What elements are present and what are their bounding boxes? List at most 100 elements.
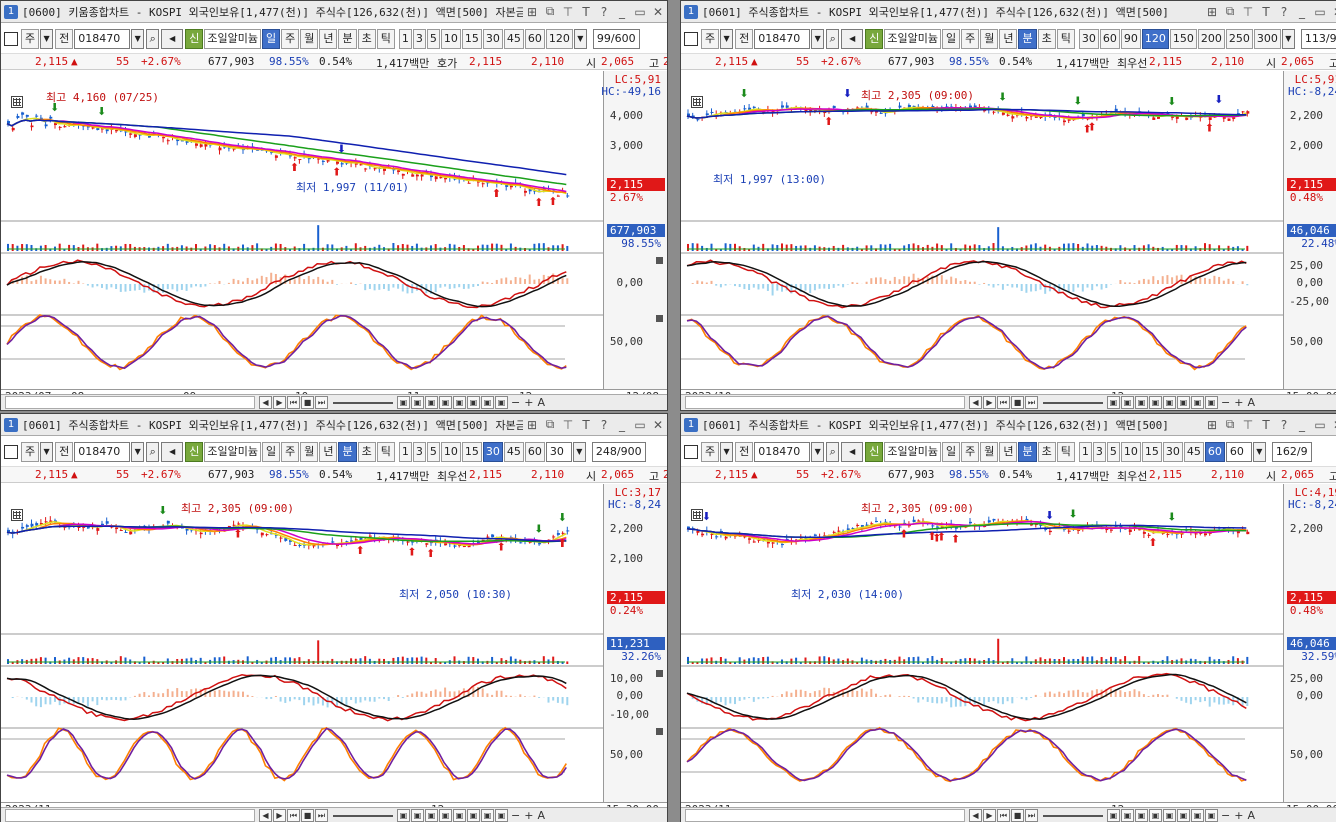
restore-icon[interactable]: ▭: [634, 5, 646, 19]
help-icon[interactable]: ?: [598, 418, 610, 432]
cross-icon[interactable]: ▣: [481, 396, 494, 409]
interval-button[interactable]: 45: [503, 29, 524, 49]
interval-button[interactable]: 45: [503, 442, 524, 462]
link-icon[interactable]: ⊞: [526, 418, 538, 432]
print-icon[interactable]: ▣: [453, 809, 466, 822]
font-icon[interactable]: T: [1260, 418, 1272, 432]
font-icon[interactable]: T: [1260, 5, 1272, 19]
zoom-slider[interactable]: [333, 814, 393, 817]
scroll-control-button[interactable]: ⏭: [315, 809, 328, 822]
chart-area[interactable]: ⬆ ⬆ ⬆ ⬇ ⬇ ⬆ ⬆ ⬇ ⬆ ⬆ LC:3,17 HC:-8,24 2,200 2,100 2,115…: [1, 484, 667, 816]
scroll-control-button[interactable]: ◀: [259, 809, 272, 822]
stock-code-input[interactable]: 018470: [74, 442, 131, 462]
interval-dropdown[interactable]: ▼: [572, 442, 586, 462]
jeon-button[interactable]: 전: [55, 442, 74, 462]
interval-dropdown[interactable]: ▼: [573, 29, 587, 49]
stock-code-input[interactable]: 018470: [754, 29, 811, 49]
scroll-control-button[interactable]: ▶: [983, 396, 996, 409]
type-dropdown[interactable]: ▼: [720, 29, 734, 49]
period-tab[interactable]: 주: [281, 442, 300, 462]
zoom-slider[interactable]: [1043, 401, 1103, 404]
search-icon[interactable]: ⌕: [826, 442, 840, 462]
type-button[interactable]: 주: [701, 29, 720, 49]
zoom-icon[interactable]: ▣: [1205, 809, 1218, 822]
indicator-icon[interactable]: ▣: [1135, 396, 1148, 409]
grid-toggle-icon[interactable]: [691, 509, 703, 521]
restore-icon[interactable]: ▭: [634, 418, 646, 432]
scroll-control-button[interactable]: ◀: [969, 809, 982, 822]
scroll-control-button[interactable]: ◀: [969, 396, 982, 409]
minimize-icon[interactable]: _: [1296, 5, 1308, 19]
auto-button[interactable]: A: [537, 809, 545, 822]
overlay-icon[interactable]: ▣: [1121, 396, 1134, 409]
interval-button[interactable]: 250: [1225, 29, 1253, 49]
code-dropdown[interactable]: ▼: [131, 29, 145, 49]
auto-button[interactable]: A: [537, 396, 545, 409]
zoom-in-button[interactable]: +: [1234, 809, 1243, 822]
scroll-control-button[interactable]: ◀: [259, 396, 272, 409]
scroll-control-button[interactable]: ■: [1011, 809, 1024, 822]
scroll-track[interactable]: [5, 809, 255, 822]
data-count-field[interactable]: 113/9: [1300, 29, 1336, 49]
period-tab[interactable]: 월: [300, 442, 319, 462]
period-tab[interactable]: 틱: [376, 442, 395, 462]
scroll-track[interactable]: [685, 809, 965, 822]
window-menu-icon[interactable]: [684, 32, 698, 46]
scroll-control-button[interactable]: ■: [1011, 396, 1024, 409]
period-tab[interactable]: 월: [300, 29, 319, 49]
interval-button[interactable]: 15: [461, 442, 482, 462]
stock-code-input[interactable]: 018470: [74, 29, 131, 49]
chart-type-icon[interactable]: ▣: [1107, 396, 1120, 409]
period-tab[interactable]: 년: [319, 442, 338, 462]
print-icon[interactable]: ▣: [1163, 809, 1176, 822]
interval-button[interactable]: 5: [1106, 442, 1120, 462]
interval-button[interactable]: 60: [1099, 29, 1120, 49]
scroll-control-button[interactable]: ⏮: [287, 396, 300, 409]
window-menu-icon[interactable]: [4, 32, 18, 46]
period-tab[interactable]: 일: [261, 442, 281, 462]
settings-icon[interactable]: ▣: [467, 396, 480, 409]
zoom-slider[interactable]: [1043, 814, 1103, 817]
copy-icon[interactable]: ⧉: [1224, 4, 1236, 19]
zoom-icon[interactable]: ▣: [495, 396, 508, 409]
period-tab[interactable]: 초: [357, 29, 376, 49]
data-count-field[interactable]: 99/600: [592, 29, 640, 49]
window-title-bar[interactable]: 1 [0601] 주식종합차트 - KOSPI 외국인보유[1,477(천)] 주…: [1, 414, 667, 436]
overlay-icon[interactable]: ▣: [1121, 809, 1134, 822]
data-count-field[interactable]: 162/9: [1271, 442, 1312, 462]
pane-close-icon[interactable]: [656, 315, 663, 322]
window-menu-icon[interactable]: [684, 445, 698, 459]
settings-icon[interactable]: ▣: [467, 809, 480, 822]
link-icon[interactable]: ⊞: [526, 5, 538, 19]
code-dropdown[interactable]: ▼: [811, 442, 825, 462]
data-count-field[interactable]: 248/900: [591, 442, 646, 462]
period-tab[interactable]: 초: [357, 442, 376, 462]
tool-icon[interactable]: ▣: [439, 396, 452, 409]
type-dropdown[interactable]: ▼: [40, 29, 54, 49]
period-tab[interactable]: 일: [941, 442, 961, 462]
interval-button[interactable]: 10: [1120, 442, 1141, 462]
grid-toggle-icon[interactable]: [691, 96, 703, 108]
jeon-button[interactable]: 전: [55, 29, 74, 49]
pin-icon[interactable]: ⊤: [562, 418, 574, 432]
scroll-control-button[interactable]: ⏭: [1025, 396, 1038, 409]
grid-toggle-icon[interactable]: [11, 509, 23, 521]
interval-button[interactable]: 1: [398, 442, 412, 462]
interval-button[interactable]: 300: [1253, 29, 1281, 49]
copy-icon[interactable]: ⧉: [1224, 417, 1236, 432]
period-tab[interactable]: 틱: [1056, 29, 1075, 49]
cross-icon[interactable]: ▣: [481, 809, 494, 822]
interval-select[interactable]: 60: [1225, 442, 1252, 462]
interval-button[interactable]: 1: [1078, 442, 1092, 462]
link-icon[interactable]: ⊞: [1206, 5, 1218, 19]
scroll-control-button[interactable]: ⏭: [315, 396, 328, 409]
interval-dropdown[interactable]: ▼: [1252, 442, 1266, 462]
chart-area[interactable]: ⬇⬆⬆⬆⬇⬇⬆⬆⬆⬇LC:4,19HC:-8,242,2002,1150.48%…: [681, 484, 1336, 816]
help-icon[interactable]: ?: [1278, 418, 1290, 432]
interval-button[interactable]: 60: [1204, 442, 1225, 462]
settings-icon[interactable]: ▣: [1177, 396, 1190, 409]
zoom-out-button[interactable]: −: [511, 396, 520, 409]
font-icon[interactable]: T: [580, 5, 592, 19]
period-tab[interactable]: 주: [281, 29, 300, 49]
interval-button[interactable]: 3: [1092, 442, 1106, 462]
